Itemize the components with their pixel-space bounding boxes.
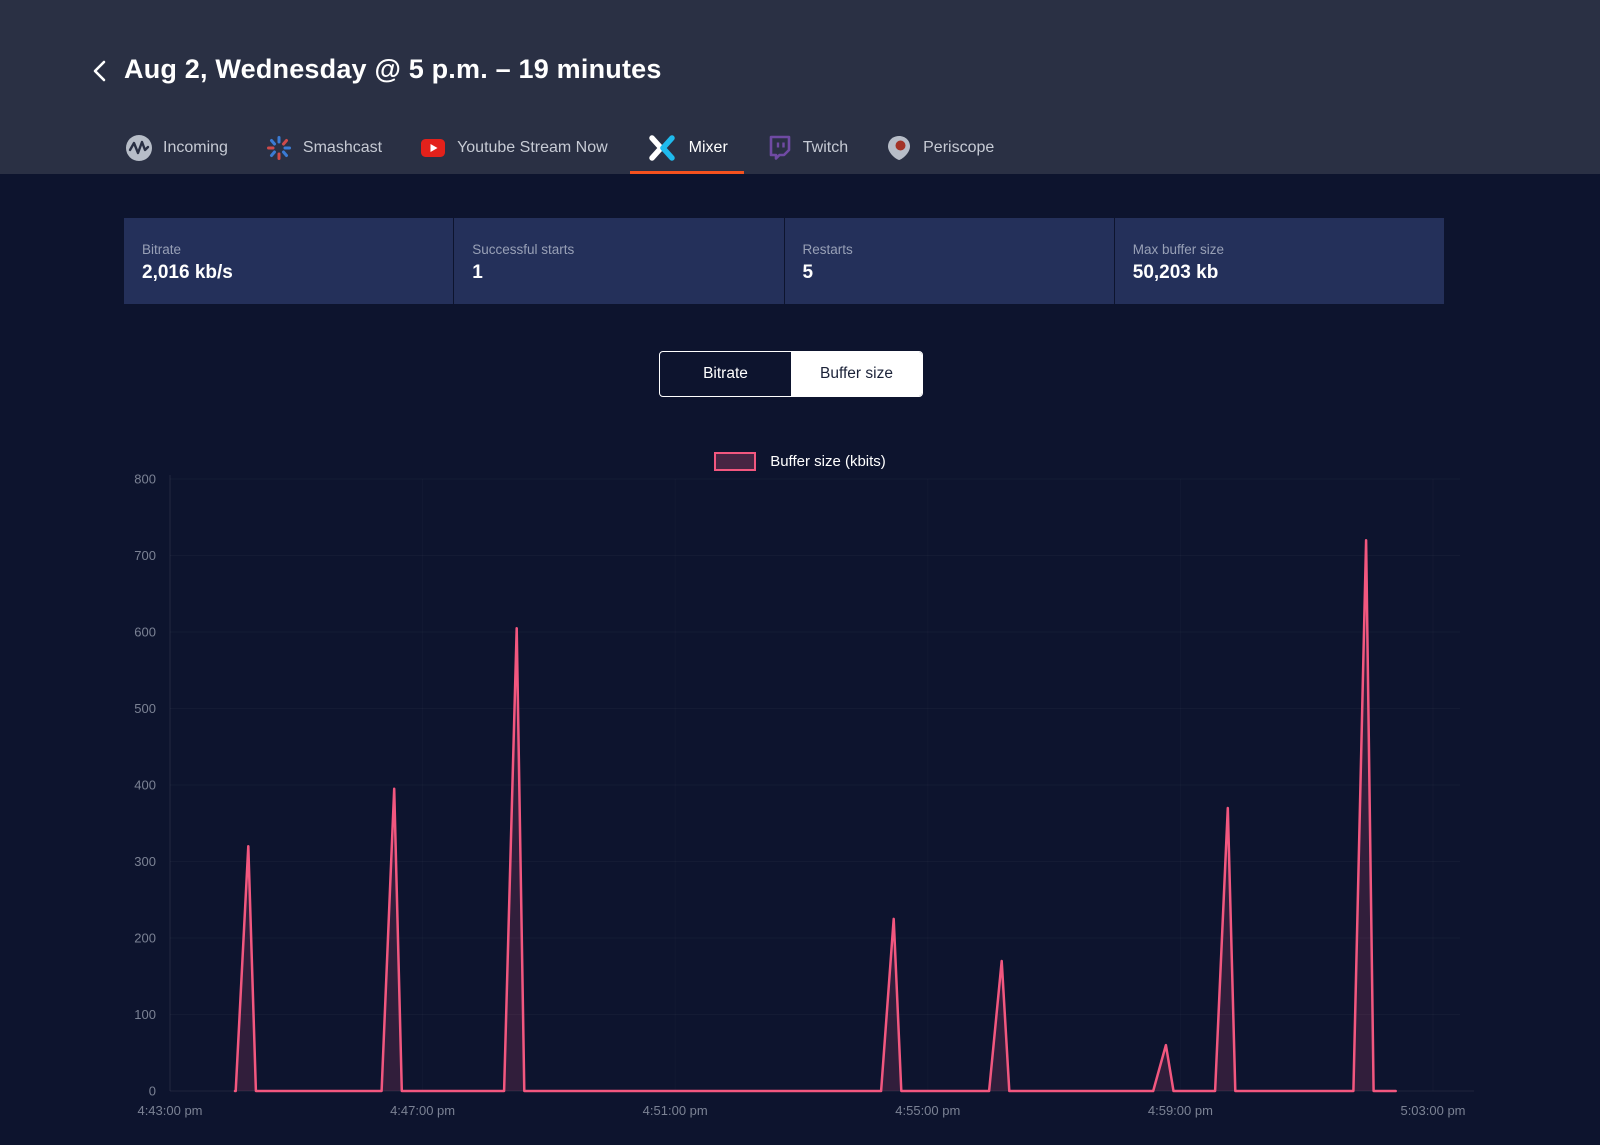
incoming-waveform-icon (126, 135, 152, 161)
svg-text:4:47:00 pm: 4:47:00 pm (390, 1103, 455, 1118)
mixer-x-icon (646, 135, 678, 161)
session-report-page: 0 100 200 300 400 500 600 700 800 4:43:00 pm 4:47:… (0, 0, 1600, 1145)
stat-value: 2,016 kb/s (142, 262, 233, 283)
svg-text:4:59:00 pm: 4:59:00 pm (1148, 1103, 1213, 1118)
svg-text:700: 700 (134, 548, 156, 563)
stat-label: Max buffer size (1132, 242, 1225, 257)
svg-text:5:03:00 pm: 5:03:00 pm (1400, 1103, 1465, 1118)
stat-value: 1 (472, 262, 483, 283)
stat-successful-starts: Successful starts 1 (454, 218, 784, 304)
svg-text:4:43:00 pm: 4:43:00 pm (137, 1103, 202, 1118)
chart-legend: Buffer size (kbits) (0, 452, 1600, 471)
svg-text:4:55:00 pm: 4:55:00 pm (895, 1103, 960, 1118)
twitch-glitch-icon (766, 135, 792, 161)
stat-label: Restarts (802, 242, 853, 257)
tab-twitch[interactable]: Twitch (750, 125, 864, 174)
youtube-play-icon (420, 135, 446, 161)
back-button[interactable] (86, 58, 114, 86)
tab-incoming[interactable]: Incoming (110, 125, 244, 174)
tab-label: Incoming (163, 139, 228, 156)
svg-text:300: 300 (134, 854, 156, 869)
page-title: Aug 2, Wednesday @ 5 p.m. – 19 minutes (124, 54, 662, 84)
tab-youtube-stream-now[interactable]: Youtube Stream Now (404, 125, 624, 174)
svg-text:400: 400 (134, 778, 156, 793)
stat-max-buffer-size: Max buffer size 50,203 kb (1114, 218, 1444, 304)
stat-label: Bitrate (142, 242, 182, 257)
stat-bitrate: Bitrate 2,016 kb/s (124, 218, 454, 304)
stats-bar: Bitrate 2,016 kb/s Successful starts 1 R… (124, 218, 1444, 304)
svg-text:500: 500 (134, 701, 156, 716)
svg-text:800: 800 (134, 472, 156, 487)
smashcast-burst-icon (266, 135, 292, 161)
tab-periscope[interactable]: Periscope (870, 125, 1010, 174)
svg-text:4:51:00 pm: 4:51:00 pm (643, 1103, 708, 1118)
svg-text:600: 600 (134, 625, 156, 640)
stat-label: Successful starts (472, 242, 575, 257)
legend-label: Buffer size (kbits) (770, 453, 886, 470)
stat-restarts: Restarts 5 (784, 218, 1114, 304)
tab-mixer[interactable]: Mixer (629, 125, 744, 174)
svg-text:100: 100 (134, 1007, 156, 1022)
svg-text:0: 0 (149, 1084, 156, 1099)
tab-label: Twitch (802, 139, 849, 156)
tab-label: Smashcast (302, 139, 383, 156)
tab-label: Mixer (688, 139, 728, 156)
header: Aug 2, Wednesday @ 5 p.m. – 19 minutes I… (0, 0, 1600, 174)
svg-text:200: 200 (134, 931, 156, 946)
tab-smashcast[interactable]: Smashcast (250, 125, 398, 174)
tab-label: Periscope (923, 139, 995, 156)
chevron-left-icon (89, 58, 111, 87)
stat-value: 50,203 kb (1132, 262, 1219, 283)
metric-toggle: Bitrate Buffer size (659, 351, 923, 397)
periscope-pin-icon (886, 135, 912, 161)
tab-label: Youtube Stream Now (457, 139, 608, 156)
legend-swatch (714, 452, 757, 471)
stat-value: 5 (802, 262, 814, 283)
channel-tabs: Incoming Smashcast Youtube Stream Now Mi… (110, 125, 1016, 174)
toggle-bitrate-button[interactable]: Bitrate (660, 352, 791, 396)
toggle-buffer-size-button[interactable]: Buffer size (791, 352, 922, 396)
